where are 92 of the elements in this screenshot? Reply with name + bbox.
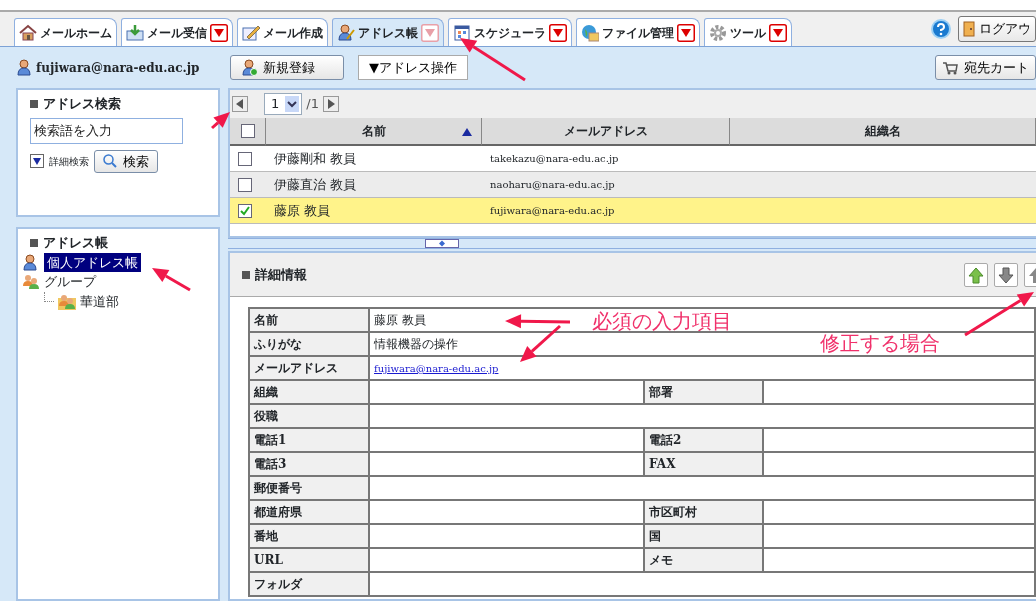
field-label: 国 — [649, 529, 661, 543]
up-arrow-button[interactable] — [964, 262, 988, 287]
square-bullet-icon — [30, 99, 38, 108]
email-link[interactable]: fujiwara@nara-edu.ac.jp — [374, 363, 499, 374]
dropdown-caret-icon[interactable] — [769, 23, 787, 42]
field-label: 番地 — [254, 529, 278, 543]
tab[interactable]: メールホーム — [14, 18, 117, 46]
field-label: 郵便番号 — [254, 481, 302, 495]
field-label: ふりがな — [254, 337, 302, 351]
inbox-icon — [126, 23, 144, 42]
field-value: 藤原 教員 — [374, 313, 426, 327]
address-menu-button[interactable]: ▼アドレス操作 — [358, 54, 468, 81]
search-button[interactable]: 検索 — [94, 149, 158, 173]
search-field[interactable]: 検索語を入力 — [30, 117, 183, 144]
tab[interactable]: メール作成 — [237, 18, 328, 46]
table-row[interactable]: 伊藤直治 教員 naoharu@nara-edu.ac.jp — [230, 172, 1036, 198]
field-label: FAX — [649, 457, 676, 471]
arrow — [964, 292, 1034, 337]
checkbox[interactable] — [238, 151, 252, 166]
help-icon[interactable] — [930, 18, 952, 40]
checkbox[interactable] — [240, 124, 255, 138]
page-total: /1 — [306, 95, 319, 114]
field-label: 市区町村 — [649, 505, 697, 519]
column-header[interactable]: 名前 — [266, 118, 482, 146]
field-label: 部署 — [649, 385, 673, 399]
arrow — [460, 38, 526, 82]
arrow — [152, 268, 191, 292]
house-icon — [19, 23, 37, 42]
dropdown-caret-icon[interactable] — [549, 23, 567, 42]
tab[interactable]: スケジューラ — [448, 18, 572, 46]
checkbox[interactable] — [238, 177, 252, 192]
field-label: 電話1 — [254, 433, 287, 447]
globe-folder-icon — [581, 23, 599, 42]
field-label: 電話3 — [254, 457, 287, 471]
cart-icon — [942, 60, 958, 75]
gear-icon — [709, 23, 727, 42]
annotation-text: 修正する場合 — [820, 330, 940, 357]
tree-item[interactable]: 個人アドレス帳 — [44, 252, 141, 272]
next-icon[interactable] — [322, 96, 339, 112]
tab[interactable]: ツール — [704, 18, 792, 46]
down-arrow-button[interactable] — [994, 262, 1018, 287]
panel-title: 詳細情報 — [255, 265, 307, 284]
field-label: 都道府県 — [254, 505, 302, 519]
field-label: メモ — [649, 553, 673, 567]
square-bullet-icon — [242, 270, 250, 279]
name-cell: 藤原 教員 — [266, 198, 482, 224]
field-label: 電話2 — [649, 433, 682, 447]
field-label: フォルダ — [254, 577, 302, 591]
field-label: URL — [254, 553, 283, 567]
splitter-handle-icon[interactable] — [425, 239, 459, 248]
group-icon — [58, 292, 76, 310]
tree-item[interactable]: グループ — [44, 272, 96, 292]
field-label: 役職 — [254, 409, 278, 423]
advanced-search-label: 詳細検索 — [49, 154, 89, 169]
expand-icon[interactable] — [30, 154, 44, 169]
dropdown-caret-icon[interactable] — [677, 23, 695, 42]
tree-item[interactable]: 華道部 — [80, 291, 119, 311]
arrow — [211, 112, 230, 130]
email-cell: fujiwara@nara-edu.ac.jp — [482, 198, 730, 224]
tab[interactable]: アドレス帳 — [332, 18, 444, 46]
add-person-icon — [241, 59, 257, 76]
annotation-text: 必須の入力項目 — [592, 308, 732, 335]
user-email: fujiwara@nara-edu.ac.jp — [36, 59, 200, 77]
column-header[interactable]: 組織名 — [730, 118, 1036, 146]
tab[interactable]: メール受信 — [121, 18, 233, 46]
pencil-icon — [242, 23, 260, 42]
previous-icon[interactable] — [232, 96, 248, 112]
dropdown-caret-icon[interactable] — [210, 23, 228, 42]
field-label: 名前 — [254, 313, 278, 327]
user-icon — [16, 59, 32, 76]
door-icon — [963, 21, 975, 37]
column-header[interactable]: メールアドレス — [482, 118, 730, 146]
tab[interactable]: ファイル管理 — [576, 18, 700, 46]
table-row[interactable]: 藤原 教員 fujiwara@nara-edu.ac.jp — [230, 198, 1036, 224]
search-icon — [103, 154, 117, 169]
group-icon — [22, 273, 40, 291]
panel-title: アドレス帳 — [43, 234, 108, 252]
tree-line — [44, 292, 54, 303]
calendar-icon — [453, 23, 471, 42]
logout-button[interactable]: ログアウ — [958, 16, 1036, 42]
new-button[interactable]: 新規登録 — [230, 54, 344, 81]
caret-icon — [285, 96, 300, 112]
field-label: メールアドレス — [254, 361, 338, 375]
checkbox[interactable] — [238, 203, 252, 218]
person-icon — [22, 253, 40, 271]
panel-title: アドレス検索 — [43, 95, 121, 113]
page-select[interactable]: 1 — [264, 93, 303, 115]
square-bullet-icon — [30, 238, 38, 247]
field-value: 情報機器の操作 — [374, 337, 458, 351]
person-icon — [337, 23, 355, 42]
field-label: 組織 — [254, 385, 278, 399]
cart-button[interactable]: 宛先カート — [935, 54, 1036, 81]
